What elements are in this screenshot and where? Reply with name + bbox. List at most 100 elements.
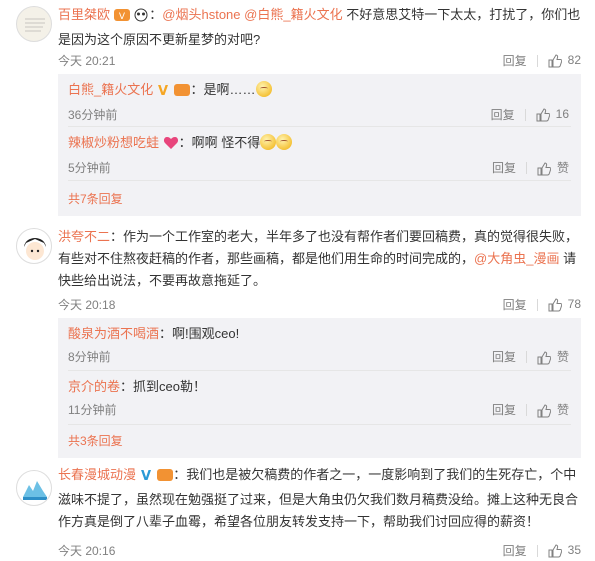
thumbs-up-icon [537, 162, 551, 176]
divider [536, 298, 538, 311]
reply-item: 酸泉为酒不喝酒：啊!围观ceo! 8分钟前 回复 赞 [58, 318, 581, 370]
reply-actions: 回复 16 [491, 106, 569, 123]
like-count: 赞 [556, 403, 569, 417]
thumbs-up-icon [548, 298, 562, 312]
comment-actions: 回复 82 [503, 52, 581, 69]
comment-text: 百里桀欧 V ：@烟头hstone @白熊_籍火文化 不好意思艾特一下太太，打扰… [58, 4, 581, 51]
more-replies-link[interactable]: 共7条回复 [68, 190, 123, 207]
comment-text: 洪夸不二：作为一个工作室的老大，半年多了也没有帮作者们要回稿费，真的觉得很失败，… [58, 226, 581, 292]
thumbs-up-icon [537, 404, 551, 418]
divider [525, 350, 527, 363]
like-count: 35 [567, 543, 581, 558]
like-count: 赞 [556, 161, 569, 175]
like-count: 82 [567, 53, 581, 68]
text-fragment: ：啊啊 怪不得 [178, 135, 261, 150]
thumbs-up-icon [548, 54, 562, 68]
like-count: 16 [555, 107, 569, 122]
comment-time: 今天 20:16 [58, 544, 116, 558]
panda-icon [133, 7, 149, 29]
reply-button[interactable]: 回复 [503, 296, 527, 313]
reply-text: 白熊_籍火文化 V ：是啊…… [68, 80, 571, 103]
text-fragment: ：啊!围观ceo! [159, 326, 240, 341]
svg-text:V: V [141, 469, 151, 482]
username[interactable]: 京介的卷 [68, 379, 120, 394]
comment-actions: 回复 78 [503, 296, 581, 313]
username[interactable]: 白熊_籍火文化 [68, 82, 153, 97]
avatar[interactable] [16, 228, 52, 264]
text-fragment: ：我们也是被欠稿费的作者之一，一度影响到了我们的生死存亡，个中滋味不提了，虽然现… [58, 467, 579, 529]
heart-icon [163, 136, 179, 156]
reply-item: 白熊_籍火文化 V ：是啊…… 36分钟前 回复 16 [58, 74, 581, 126]
reply-button[interactable]: 回复 [492, 348, 516, 365]
divider [536, 544, 538, 557]
reply-button[interactable]: 回复 [491, 106, 515, 123]
comment-time: 今天 20:18 [58, 298, 116, 312]
thumbs-up-icon [536, 108, 550, 122]
username[interactable]: 辣椒炒粉想吃蛙 [68, 135, 159, 150]
divider [525, 403, 527, 416]
reply-button[interactable]: 回复 [492, 401, 516, 418]
divider [536, 54, 538, 67]
reply-time: 8分钟前 [68, 350, 111, 364]
like-count: 赞 [556, 350, 569, 364]
smile-emoji-icon [255, 81, 272, 97]
comment-text: 长春漫城动漫 V ：我们也是被欠稿费的作者之一，一度影响到了我们的生死存亡，个中… [58, 464, 581, 533]
mention-link[interactable]: @烟头hstone [162, 7, 240, 22]
thumbs-up-icon [548, 544, 562, 558]
username[interactable]: 洪夸不二 [58, 229, 110, 244]
reply-item: 京介的卷：抓到ceo勒！ 11分钟前 回复 赞 [58, 371, 581, 423]
smile-emoji-icon [260, 134, 277, 150]
reply-button[interactable]: 回复 [492, 159, 516, 176]
like-button[interactable]: 35 [548, 543, 581, 558]
username[interactable]: 长春漫城动漫 [58, 467, 136, 482]
verified-icon: V [140, 467, 154, 489]
smile-emoji-icon [276, 134, 293, 150]
svg-text:V: V [119, 12, 126, 22]
like-button[interactable]: 赞 [537, 348, 569, 365]
username[interactable]: 酸泉为酒不喝酒 [68, 326, 159, 341]
text-fragment: ：是啊…… [190, 82, 256, 97]
reply-actions: 回复 赞 [492, 401, 569, 418]
comment-time: 今天 20:21 [58, 54, 116, 68]
comment-item: 百里桀欧 V ：@烟头hstone @白熊_籍火文化 不好意思艾特一下太太，打扰… [0, 0, 595, 222]
like-button[interactable]: 82 [548, 53, 581, 68]
divider [525, 161, 527, 174]
reply-text: 京介的卷：抓到ceo勒！ [68, 377, 571, 397]
mention-link[interactable]: @白熊_籍火文化 [244, 7, 342, 22]
reply-text: 酸泉为酒不喝酒：啊!围观ceo! [68, 324, 571, 344]
avatar[interactable] [16, 6, 52, 42]
comment-actions: 回复 35 [503, 542, 581, 559]
vip-badge-icon [174, 83, 191, 103]
like-button[interactable]: 赞 [537, 159, 569, 176]
reply-actions: 回复 赞 [492, 159, 569, 176]
reply-text: 辣椒炒粉想吃蛙 ：啊啊 怪不得 [68, 133, 571, 156]
avatar[interactable] [16, 470, 52, 506]
reply-item: 辣椒炒粉想吃蛙 ：啊啊 怪不得 5分钟前 回复 赞 [58, 127, 581, 179]
divider [68, 424, 571, 425]
reply-time: 11分钟前 [68, 403, 117, 417]
verified-icon: V [157, 83, 171, 103]
svg-text:V: V [158, 84, 168, 97]
like-button[interactable]: 78 [548, 297, 581, 312]
vip-badge-icon [157, 467, 174, 489]
like-count: 78 [567, 297, 581, 312]
replies-box: 酸泉为酒不喝酒：啊!围观ceo! 8分钟前 回复 赞 京介的卷：抓到ceo勒！ … [58, 318, 581, 458]
reply-time: 36分钟前 [68, 108, 118, 122]
replies-box: 白熊_籍火文化 V ：是啊…… 36分钟前 回复 16 辣椒炒粉想吃蛙 ：啊啊 … [58, 74, 581, 216]
like-button[interactable]: 赞 [537, 401, 569, 418]
mention-link[interactable]: @大角虫_漫画 [474, 251, 559, 266]
more-replies-link[interactable]: 共3条回复 [68, 432, 123, 449]
thumbs-up-icon [537, 351, 551, 365]
username[interactable]: 百里桀欧 [58, 7, 110, 22]
reply-time: 5分钟前 [68, 161, 111, 175]
comment-item: 洪夸不二：作为一个工作室的老大，半年多了也没有帮作者们要回稿费，真的觉得很失败，… [0, 222, 595, 460]
divider [68, 180, 571, 181]
text-fragment: ：抓到ceo勒！ [120, 379, 206, 394]
reply-button[interactable]: 回复 [503, 52, 527, 69]
comment-item: 长春漫城动漫 V ：我们也是被欠稿费的作者之一，一度影响到了我们的生死存亡，个中… [0, 460, 595, 561]
divider [524, 108, 526, 121]
reply-button[interactable]: 回复 [503, 542, 527, 559]
reply-actions: 回复 赞 [492, 348, 569, 365]
vip-badge-icon: V [113, 7, 130, 29]
like-button[interactable]: 16 [536, 107, 569, 122]
